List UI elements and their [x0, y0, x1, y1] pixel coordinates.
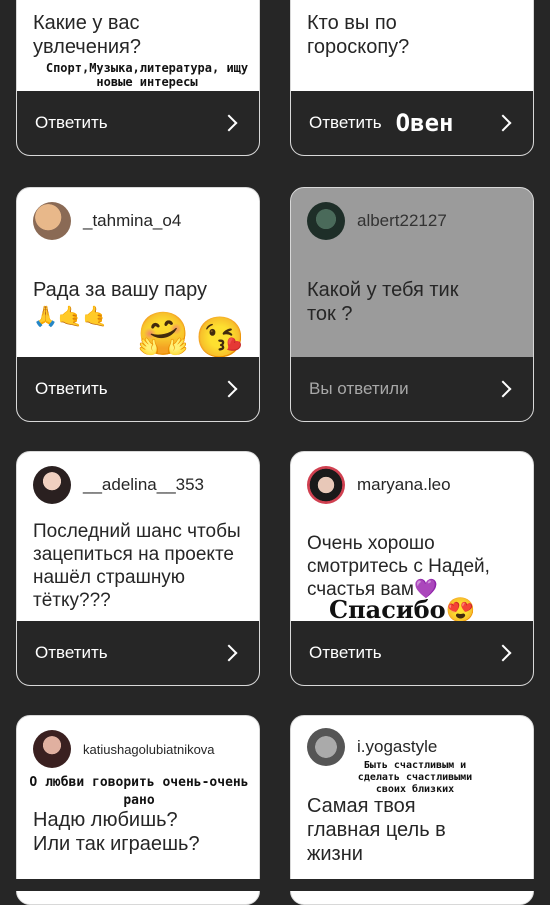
- answer-overlay-text: Спасибо😍: [329, 595, 476, 624]
- question-card: i.yogastyle Быть счастливым и сделать сч…: [290, 715, 534, 905]
- question-text: Какой у тебя тик ток ?: [307, 279, 459, 325]
- reply-button[interactable]: Ответить: [291, 621, 533, 685]
- username[interactable]: maryana.leo: [357, 475, 451, 495]
- reply-label: Ответить: [35, 113, 108, 132]
- answer-overlay-text: Овен: [395, 109, 454, 137]
- chevron-right-icon: [220, 114, 238, 132]
- chevron-right-icon: [220, 644, 238, 662]
- question-card: katiushagolubiatnikova О любви говорить …: [16, 715, 260, 905]
- chevron-right-icon: [220, 380, 238, 398]
- question-text: Рада за вашу пару: [33, 279, 207, 301]
- reply-label: Ответить: [35, 643, 108, 662]
- username[interactable]: __adelina__353: [83, 475, 204, 495]
- reply-button[interactable]: Ответить: [17, 621, 259, 685]
- bottom-strip: [0, 879, 550, 891]
- chevron-right-icon: [494, 644, 512, 662]
- question-card: maryana.leo Очень хорошо смотритесь с На…: [290, 451, 534, 686]
- reply-label: Ответить: [309, 643, 382, 662]
- avatar[interactable]: [33, 466, 71, 504]
- reply-button[interactable]: Ответить: [17, 357, 259, 421]
- avatar[interactable]: [307, 202, 345, 240]
- pray-hands-icon: 🙏🤙🤙: [33, 306, 108, 328]
- avatar[interactable]: [33, 730, 71, 768]
- question-text: Надю любишь? Или так играешь?: [33, 809, 200, 855]
- question-card: _tahmina_o4 Рада за вашу пару 🙏🤙🤙 🤗 😘 От…: [16, 187, 260, 422]
- hugging-face-icon: 🤗: [137, 310, 190, 357]
- question-text: Последний шанс чтобы зацепиться на проек…: [33, 521, 241, 611]
- reply-label: Ответить: [309, 113, 382, 132]
- avatar[interactable]: [33, 202, 71, 240]
- question-text: Кто вы по гороскопу?: [307, 12, 410, 58]
- chevron-right-icon: [494, 114, 512, 132]
- question-text: Какие у вас увлечения?: [33, 12, 142, 58]
- avatar[interactable]: [307, 466, 345, 504]
- reply-label: Вы ответили: [309, 379, 409, 398]
- username[interactable]: albert22127: [357, 211, 447, 231]
- username[interactable]: katiushagolubiatnikova: [83, 742, 215, 757]
- reply-button[interactable]: Ответить Овен: [291, 91, 533, 155]
- answer-overlay-text: О любви говорить очень-очень рано: [29, 775, 249, 808]
- question-text: Очень хорошо смотритесь с Надей, счастья…: [307, 532, 521, 601]
- heart-eyes-icon: 😍: [445, 595, 476, 624]
- reply-button[interactable]: Ответить: [17, 91, 259, 155]
- avatar[interactable]: [307, 728, 345, 766]
- question-text-content: Очень хорошо смотритесь с Надей, счастья…: [307, 533, 490, 600]
- answer-overlay-text: Спорт,Музыка,литература, ищу новые интер…: [45, 61, 249, 89]
- question-card-answered: albert22127 Какой у тебя тик ток ? Вы от…: [290, 187, 534, 422]
- answer-overlay-content: Спасибо: [329, 595, 446, 624]
- username[interactable]: i.yogastyle: [357, 737, 437, 757]
- question-card: Какие у вас увлечения? Спорт,Музыка,лите…: [16, 0, 260, 156]
- question-card: __adelina__353 Последний шанс чтобы заце…: [16, 451, 260, 686]
- answered-status[interactable]: Вы ответили: [291, 357, 533, 421]
- question-card: Кто вы по гороскопу? Ответить Овен: [290, 0, 534, 156]
- chevron-right-icon: [494, 380, 512, 398]
- kissing-face-icon: 😘: [195, 316, 245, 360]
- username[interactable]: _tahmina_o4: [83, 211, 181, 231]
- reply-label: Ответить: [35, 379, 108, 398]
- answer-overlay-text: Быть счастливым и сделать счастливыми св…: [357, 760, 473, 795]
- question-text: Самая твоя главная цель в жизни: [307, 795, 446, 865]
